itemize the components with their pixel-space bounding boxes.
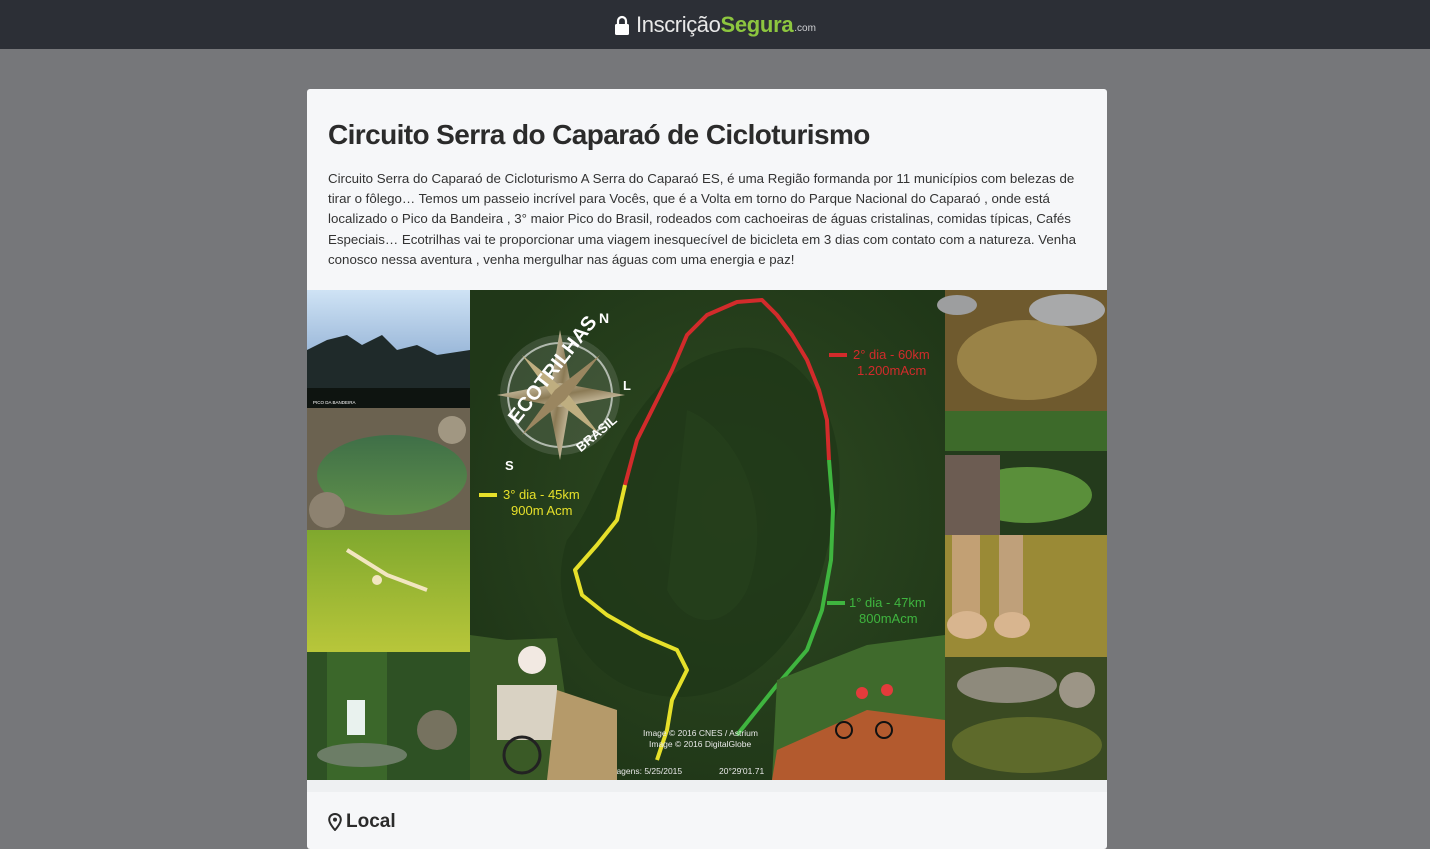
day3-label: 3° dia - 45km bbox=[503, 487, 580, 502]
brand-name-part1: Inscrição bbox=[636, 11, 721, 37]
event-title: Circuito Serra do Caparaó de Cicloturism… bbox=[328, 119, 870, 150]
pico-caption: PICO DA BANDEIRA bbox=[313, 400, 356, 405]
local-label: Local bbox=[346, 811, 396, 832]
section-divider bbox=[307, 780, 1107, 792]
day2-label: 2° dia - 60km bbox=[853, 347, 930, 362]
compass-south: S bbox=[505, 458, 514, 473]
brand-logo[interactable]: Inscrição Segura .com bbox=[614, 0, 816, 49]
compass-east: L bbox=[623, 378, 631, 393]
compass-north: N bbox=[599, 310, 609, 326]
map-credit-1: Image © 2016 CNES / Astrium bbox=[643, 728, 758, 738]
map-coordinates: 20°29'01.71 bbox=[719, 766, 764, 776]
event-card: Circuito Serra do Caparaó de Cicloturism… bbox=[307, 89, 1107, 849]
map-credit-2: Image © 2016 DigitalGlobe bbox=[649, 739, 751, 749]
day1-label: 1° dia - 47km bbox=[849, 595, 926, 610]
imagery-date: Imagens: 5/25/2015 bbox=[607, 766, 682, 776]
local-section-heading: Local bbox=[328, 811, 396, 833]
brand-suffix: .com bbox=[794, 23, 816, 34]
brand-name-part2: Segura bbox=[720, 11, 794, 37]
event-description: Circuito Serra do Caparaó de Cicloturism… bbox=[328, 171, 1076, 267]
lock-icon bbox=[615, 15, 630, 35]
day3-elevation: 900m Acm bbox=[511, 503, 572, 518]
event-banner-image: ECOTRILHAS BRASIL N S L 2° dia - 60km 1.… bbox=[307, 290, 1107, 780]
top-bar: Inscrição Segura .com bbox=[0, 0, 1430, 49]
day1-elevation: 800mAcm bbox=[859, 611, 918, 626]
map-pin-icon bbox=[328, 813, 342, 831]
day2-elevation: 1.200mAcm bbox=[857, 363, 926, 378]
